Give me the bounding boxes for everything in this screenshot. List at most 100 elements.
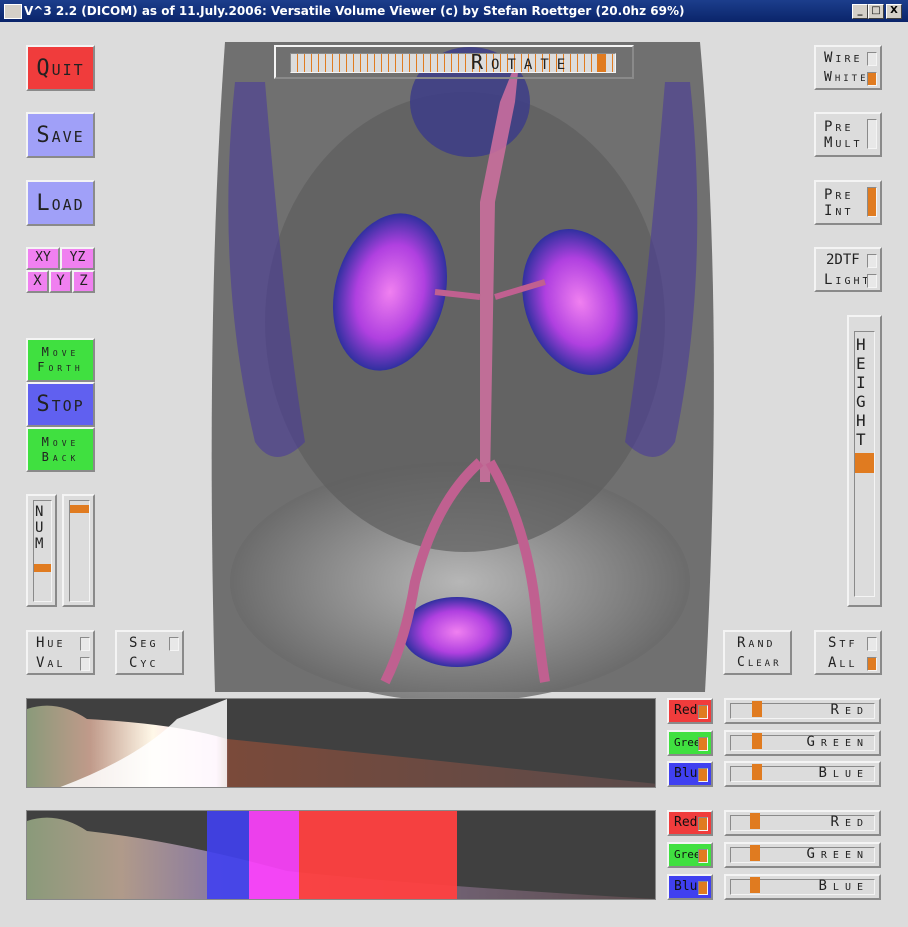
move-back-button[interactable]: Move Back <box>26 427 95 472</box>
tf1-histogram <box>27 699 655 787</box>
stop-label: Stop <box>36 392 85 417</box>
quit-button[interactable]: Quit <box>26 45 95 91</box>
title-bar: V^3 2.2 (DICOM) as of 11.July.2006: Vers… <box>0 0 908 22</box>
stf-all-toggle[interactable]: Stf All <box>814 630 882 675</box>
tf1-blue-box[interactable]: Blue <box>667 761 713 787</box>
tf2-red-label: Red <box>674 815 698 830</box>
all-checkbox[interactable] <box>867 657 877 671</box>
app-icon <box>4 4 22 19</box>
stop-button[interactable]: Stop <box>26 382 95 427</box>
tf2-green-box[interactable]: Green <box>667 842 713 868</box>
rotate-label: Rotate <box>471 50 574 74</box>
light-checkbox[interactable] <box>867 274 877 288</box>
y-button[interactable]: Y <box>49 270 72 293</box>
rotate-slider[interactable]: Rotate <box>274 45 634 79</box>
stf-checkbox[interactable] <box>867 637 877 651</box>
height-char: E <box>856 354 866 373</box>
num-knob[interactable] <box>34 564 51 573</box>
slider-2[interactable] <box>62 494 95 607</box>
pre-mult-checkbox[interactable] <box>867 119 877 149</box>
z-button[interactable]: Z <box>72 270 95 293</box>
tf2-blue-box[interactable]: Blue <box>667 874 713 900</box>
tf2-green-knob[interactable] <box>749 845 760 861</box>
hue-checkbox[interactable] <box>80 637 90 651</box>
save-button[interactable]: Save <box>26 112 95 158</box>
tf1-green-slider[interactable]: Green <box>724 730 881 756</box>
tf2-green-slider[interactable]: Green <box>724 842 881 868</box>
save-label: Save <box>36 123 85 148</box>
move-forth-label-1: Move <box>41 345 80 359</box>
yz-button[interactable]: YZ <box>60 247 95 270</box>
num-slider[interactable]: N U M <box>26 494 57 607</box>
volume-viewport[interactable] <box>195 22 730 698</box>
tf2-red-checkbox[interactable] <box>698 817 708 831</box>
white-checkbox[interactable] <box>867 72 877 86</box>
tf2-green-checkbox[interactable] <box>698 849 708 863</box>
tf1-blue-checkbox[interactable] <box>698 768 708 782</box>
minimize-button[interactable]: _ <box>852 4 868 19</box>
height-char: T <box>856 430 866 449</box>
tf1-green-checkbox[interactable] <box>698 737 708 751</box>
stf-label: Stf <box>828 635 858 651</box>
seg-checkbox[interactable] <box>169 637 179 651</box>
wire-label: Wire <box>824 50 863 66</box>
height-slider[interactable]: H E I G H T <box>847 315 882 607</box>
pre-mult-label-2: Mult <box>824 135 863 151</box>
window-title: V^3 2.2 (DICOM) as of 11.July.2006: Vers… <box>24 4 685 18</box>
xy-button[interactable]: XY <box>26 247 60 270</box>
pre-mult-toggle[interactable]: Pre Mult <box>814 112 882 157</box>
transfer-function-1[interactable] <box>26 698 656 788</box>
pre-int-checkbox[interactable] <box>867 187 877 217</box>
val-checkbox[interactable] <box>80 657 90 671</box>
tf2-blue-slider-label: Blue <box>818 878 869 894</box>
tf1-red-checkbox[interactable] <box>698 705 708 719</box>
rotate-knob[interactable] <box>596 54 605 72</box>
move-forth-button[interactable]: Move Forth <box>26 338 95 382</box>
2dtf-label: 2DTF <box>826 252 860 268</box>
tf1-green-knob[interactable] <box>752 733 763 749</box>
tf2-red-slider[interactable]: Red <box>724 810 881 836</box>
load-label: Load <box>36 191 85 216</box>
tf2-blue-checkbox[interactable] <box>698 881 708 895</box>
tf1-blue-knob[interactable] <box>752 764 763 780</box>
load-button[interactable]: Load <box>26 180 95 226</box>
height-char: H <box>856 411 866 430</box>
height-char: I <box>856 373 866 392</box>
height-char: G <box>856 392 866 411</box>
num-char-3: M <box>35 536 44 552</box>
pre-int-toggle[interactable]: Pre Int <box>814 180 882 225</box>
white-label: White <box>824 70 869 85</box>
tf2-blue-slider[interactable]: Blue <box>724 874 881 900</box>
rand-label: Rand <box>737 635 776 651</box>
x-button[interactable]: X <box>26 270 49 293</box>
2dtf-checkbox[interactable] <box>867 254 877 268</box>
2dtf-light-toggle[interactable]: 2DTF Light <box>814 247 882 292</box>
tf2-red-knob[interactable] <box>749 813 760 829</box>
maximize-button[interactable]: □ <box>868 4 884 19</box>
volume-rendering-image <box>195 22 730 698</box>
tf1-red-box[interactable]: Red <box>667 698 713 724</box>
hue-label: Hue <box>36 635 66 651</box>
tf1-green-box[interactable]: Green <box>667 730 713 756</box>
slider-2-track <box>69 500 90 602</box>
transfer-function-2[interactable] <box>26 810 656 900</box>
clear-label: Clear <box>737 655 782 670</box>
wire-checkbox[interactable] <box>867 52 877 66</box>
move-back-label-2: Back <box>41 450 80 464</box>
close-button[interactable]: X <box>886 4 902 19</box>
num-char-2: U <box>35 520 44 536</box>
all-label: All <box>828 655 858 671</box>
slider-2-knob[interactable] <box>70 504 89 513</box>
tf2-red-box[interactable]: Red <box>667 810 713 836</box>
tf1-red-slider[interactable]: Red <box>724 698 881 724</box>
tf1-red-knob[interactable] <box>752 701 763 717</box>
move-forth-label-2: Forth <box>37 360 84 374</box>
tf2-blue-knob[interactable] <box>749 877 760 893</box>
tf2-histogram <box>27 811 655 899</box>
seg-cyc-toggle[interactable]: Seg Cyc <box>115 630 184 675</box>
hue-val-toggle[interactable]: Hue Val <box>26 630 95 675</box>
rand-clear-button[interactable]: Rand Clear <box>723 630 792 675</box>
tf1-blue-slider[interactable]: Blue <box>724 761 881 787</box>
wire-white-toggle[interactable]: Wire White <box>814 45 882 90</box>
height-knob[interactable] <box>855 453 874 473</box>
